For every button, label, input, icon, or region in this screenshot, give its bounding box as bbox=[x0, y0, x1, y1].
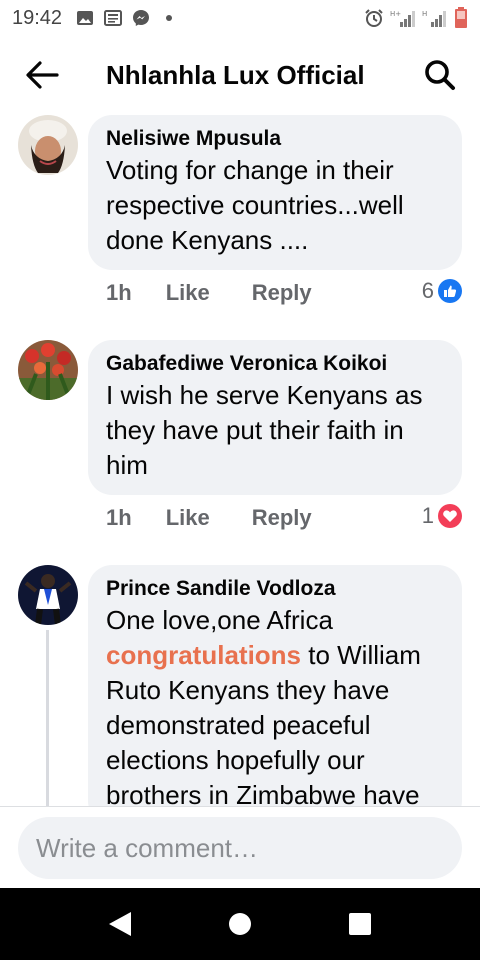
comment-text: One love,one Africa congratulations to W… bbox=[106, 603, 444, 813]
reply-button[interactable]: Reply bbox=[252, 505, 312, 531]
comment-author[interactable]: Gabafediwe Veronica Koikoi bbox=[106, 350, 444, 378]
svg-text:H: H bbox=[422, 10, 427, 18]
dot-icon bbox=[166, 15, 173, 21]
avatar[interactable] bbox=[18, 340, 78, 400]
nav-home-icon bbox=[229, 913, 251, 935]
header: Nhlanhla Lux Official bbox=[0, 50, 480, 100]
nav-home-button[interactable] bbox=[220, 904, 260, 944]
comment-author[interactable]: Nelisiwe Mpusula bbox=[106, 125, 444, 153]
comment-bubble[interactable]: Nelisiwe Mpusula Voting for change in th… bbox=[88, 115, 462, 270]
nav-back-button[interactable] bbox=[100, 904, 140, 944]
comment-text: Voting for change in their respective co… bbox=[106, 155, 404, 255]
messenger-icon bbox=[133, 10, 150, 26]
comment-author[interactable]: Prince Sandile Vodloza bbox=[106, 575, 444, 603]
signal-h-icon: H bbox=[422, 10, 446, 27]
status-bar: 19:42 H+ H bbox=[0, 0, 480, 36]
comment-input[interactable] bbox=[36, 832, 444, 864]
comment-highlight-link[interactable]: congratulations bbox=[106, 640, 301, 670]
nav-recents-icon bbox=[349, 913, 371, 935]
signal-h-plus-icon: H+ bbox=[390, 10, 415, 27]
status-system-icons: H+ H bbox=[364, 7, 468, 29]
like-button[interactable]: Like bbox=[166, 505, 210, 531]
love-reaction-icon bbox=[438, 504, 462, 528]
avatar[interactable] bbox=[18, 115, 78, 175]
comment-time[interactable]: 1h bbox=[106, 280, 132, 306]
search-icon bbox=[425, 60, 455, 90]
avatar-image bbox=[18, 565, 78, 625]
comment-time[interactable]: 1h bbox=[106, 505, 132, 531]
news-icon bbox=[104, 10, 123, 26]
comment-composer-bar bbox=[0, 806, 480, 888]
comment-actions: 1h Like Reply bbox=[106, 280, 312, 306]
back-arrow-icon bbox=[26, 61, 59, 89]
nav-recents-button[interactable] bbox=[340, 904, 380, 944]
search-button[interactable] bbox=[420, 57, 460, 93]
svg-text:H+: H+ bbox=[390, 10, 401, 18]
reply-button[interactable]: Reply bbox=[252, 280, 312, 306]
avatar-image bbox=[18, 115, 78, 175]
like-reaction-icon bbox=[438, 279, 462, 303]
comment-actions: 1h Like Reply bbox=[106, 505, 312, 531]
comment-text-line1: One love,one Africa bbox=[106, 605, 333, 635]
status-time: 19:42 bbox=[12, 6, 63, 29]
comment-text: I wish he serve Kenyans as they have put… bbox=[106, 380, 423, 480]
avatar-image bbox=[18, 340, 78, 400]
reply-thread-line bbox=[46, 630, 49, 810]
page-title: Nhlanhla Lux Official bbox=[106, 60, 365, 90]
back-button[interactable] bbox=[22, 58, 62, 92]
android-nav-bar bbox=[0, 888, 480, 960]
gallery-icon bbox=[77, 11, 94, 25]
avatar[interactable] bbox=[18, 565, 78, 625]
comment-bubble[interactable]: Prince Sandile Vodloza One love,one Afri… bbox=[88, 565, 462, 825]
alarm-icon bbox=[365, 9, 383, 27]
reaction-count: 6 bbox=[421, 278, 434, 303]
status-notification-icons bbox=[76, 9, 178, 27]
reaction-summary[interactable]: 6 bbox=[422, 278, 462, 304]
nav-back-icon bbox=[109, 912, 131, 936]
comment-composer[interactable] bbox=[18, 817, 462, 879]
battery-icon bbox=[455, 7, 467, 28]
reaction-summary[interactable]: 1 bbox=[422, 503, 462, 529]
reaction-count: 1 bbox=[421, 503, 434, 528]
like-button[interactable]: Like bbox=[166, 280, 210, 306]
comment-bubble[interactable]: Gabafediwe Veronica Koikoi I wish he ser… bbox=[88, 340, 462, 495]
